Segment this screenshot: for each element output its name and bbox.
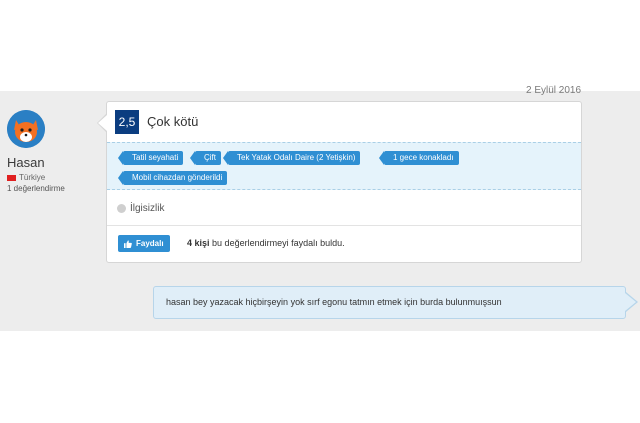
helpful-count: 4 kişi — [187, 238, 210, 248]
comment-bubble: hasan bey yazacak hiçbirşeyin yok sırf e… — [153, 286, 626, 319]
tag: Çift — [190, 151, 221, 165]
relevance-label: İlgisizlik — [130, 203, 165, 214]
helpful-suffix: bu değerlendirmeyi faydalı buldu. — [212, 238, 345, 248]
turkey-flag-icon — [7, 174, 16, 181]
thumbs-up-icon — [124, 239, 132, 248]
helpful-button[interactable]: Faydalı — [118, 235, 170, 252]
helpful-summary: 4 kişi bu değerlendirmeyi faydalı buldu. — [187, 238, 345, 248]
country-label: Türkiye — [19, 173, 46, 182]
tag: Tek Yatak Odalı Daire (2 Yetişkin) — [222, 151, 361, 165]
user-country: Türkiye — [7, 173, 45, 182]
review-card: 2,5 Çok kötü Tatil seyahati Çift Tek Yat… — [106, 101, 582, 263]
tag: Tatil seyahati — [117, 151, 184, 165]
avatar[interactable] — [7, 110, 45, 148]
user-name[interactable]: Hasan — [7, 155, 45, 170]
review-count: 1 değerlendirme — [7, 184, 65, 193]
review-date: 2 Eylül 2016 — [526, 85, 582, 96]
score-badge: 2,5 — [115, 110, 139, 134]
comment-text: hasan bey yazacak hiçbirşeyin yok sırf e… — [166, 297, 502, 307]
fox-avatar — [7, 110, 45, 148]
circle-icon — [117, 204, 126, 213]
tag: Mobil cihazdan gönderildi — [117, 171, 228, 185]
divider — [107, 225, 581, 226]
rating-text: Çok kötü — [147, 114, 199, 129]
tags-band: Tatil seyahati Çift Tek Yatak Odalı Dair… — [107, 142, 581, 190]
relevance-option[interactable]: İlgisizlik — [117, 203, 164, 214]
comment-pointer-fill — [625, 293, 636, 311]
helpful-button-label: Faydalı — [136, 239, 164, 248]
tag: 1 gece konakladı — [379, 151, 459, 165]
card-pointer-fill — [98, 115, 107, 131]
